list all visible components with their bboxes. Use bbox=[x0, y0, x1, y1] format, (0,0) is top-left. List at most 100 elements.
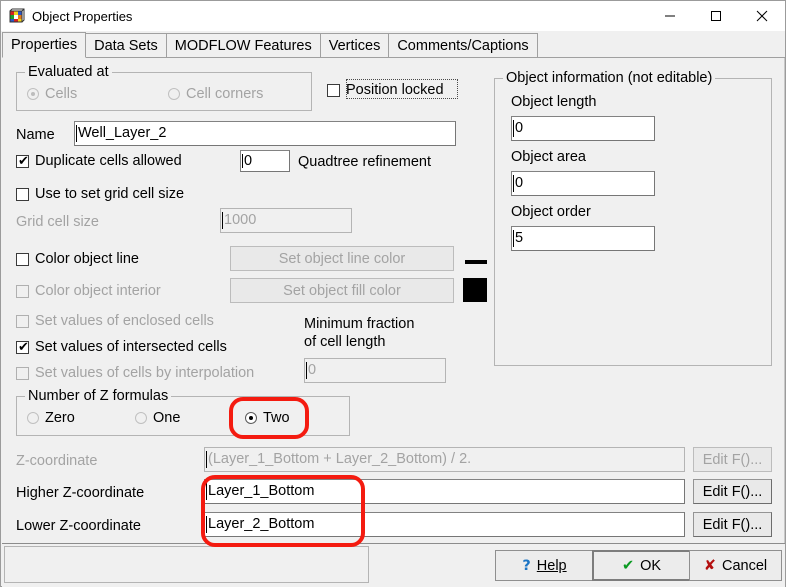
tab-modflow-features[interactable]: MODFLOW Features bbox=[165, 33, 321, 58]
question-icon: ? bbox=[522, 557, 531, 574]
set-object-line-color-button: Set object line color bbox=[230, 246, 454, 271]
object-order-value: 5 bbox=[511, 226, 655, 251]
checkbox-indicator bbox=[16, 366, 29, 380]
grid-cell-size-input: 1000 bbox=[220, 208, 352, 233]
object-properties-dialog: Object Properties Properties Data Sets M… bbox=[0, 0, 786, 587]
higher-z-coordinate-label: Higher Z-coordinate bbox=[16, 485, 145, 501]
check-icon: ✔ bbox=[18, 339, 29, 355]
tab-label: Properties bbox=[11, 37, 78, 53]
object-length-value: 0 bbox=[511, 116, 655, 141]
radio-two[interactable]: Two bbox=[245, 410, 290, 426]
object-information-title: Object information (not editable) bbox=[503, 71, 716, 86]
window-title: Object Properties bbox=[32, 8, 133, 24]
radio-label: Two bbox=[263, 410, 290, 426]
title-bar: Object Properties bbox=[1, 1, 785, 31]
tab-label: Data Sets bbox=[94, 38, 158, 54]
ok-button[interactable]: ✔ OK bbox=[592, 550, 691, 581]
higher-z-edit-formula-button[interactable]: Edit F()... bbox=[693, 479, 772, 504]
quadtree-refinement-label: Quadtree refinement bbox=[298, 154, 431, 170]
checkbox-set-values-by-interpolation: Set values of cells by interpolation bbox=[16, 365, 254, 381]
radio-label: Cells bbox=[45, 86, 78, 102]
object-area-label: Object area bbox=[511, 149, 586, 165]
evaluated-at-title: Evaluated at bbox=[25, 65, 112, 80]
window-controls bbox=[647, 1, 785, 30]
tab-properties[interactable]: Properties bbox=[2, 32, 87, 58]
checkbox-label: Set values of enclosed cells bbox=[35, 313, 214, 329]
tab-vertices[interactable]: Vertices bbox=[319, 33, 390, 58]
radio-one[interactable]: One bbox=[135, 410, 180, 426]
object-area-value: 0 bbox=[511, 171, 655, 196]
checkbox-duplicate-cells-allowed[interactable]: ✔ Duplicate cells allowed bbox=[16, 153, 182, 169]
help-button[interactable]: ? Help bbox=[495, 550, 594, 581]
check-icon: ✔ bbox=[621, 557, 635, 574]
tab-comments-captions[interactable]: Comments/Captions bbox=[388, 33, 538, 58]
number-of-z-formulas-title: Number of Z formulas bbox=[25, 389, 172, 404]
object-length-label: Object length bbox=[511, 94, 597, 110]
radio-label: Cell corners bbox=[186, 86, 264, 102]
quadtree-refinement-input[interactable]: 0 bbox=[240, 150, 290, 172]
z-coordinate-label: Z-coordinate bbox=[16, 453, 98, 469]
fill-color-swatch bbox=[463, 278, 487, 302]
checkbox-indicator bbox=[327, 83, 340, 97]
radio-indicator bbox=[245, 412, 257, 424]
help-button-label: Help bbox=[536, 557, 567, 574]
higher-z-coordinate-input[interactable]: Layer_1_Bottom bbox=[204, 479, 685, 504]
check-icon: ✔ bbox=[18, 153, 29, 169]
radio-cells[interactable]: Cells bbox=[27, 86, 77, 102]
tab-data-sets[interactable]: Data Sets bbox=[85, 33, 167, 58]
minimum-fraction-label-line1: Minimum fraction bbox=[304, 316, 415, 332]
minimize-button[interactable] bbox=[647, 1, 693, 30]
tab-label: MODFLOW Features bbox=[174, 38, 312, 54]
checkbox-label: Color object interior bbox=[35, 283, 161, 299]
tab-label: Vertices bbox=[328, 38, 381, 54]
tab-label: Comments/Captions bbox=[397, 38, 529, 54]
checkbox-label: Duplicate cells allowed bbox=[35, 153, 182, 169]
radio-zero[interactable]: Zero bbox=[27, 410, 75, 426]
radio-cell-corners[interactable]: Cell corners bbox=[168, 86, 263, 102]
evaluated-at-group: Evaluated at Cells Cell corners bbox=[16, 65, 312, 111]
line-color-swatch bbox=[465, 260, 487, 264]
minimum-fraction-input: 0 bbox=[304, 358, 446, 383]
radio-indicator bbox=[27, 88, 39, 100]
x-icon: ✘ bbox=[703, 557, 716, 574]
checkbox-indicator bbox=[16, 252, 29, 266]
lower-z-edit-formula-button[interactable]: Edit F()... bbox=[693, 512, 772, 537]
grid-cell-size-label: Grid cell size bbox=[16, 214, 99, 230]
minimum-fraction-label-line2: of cell length bbox=[304, 334, 386, 350]
object-information-group: Object information (not editable) Object… bbox=[494, 71, 772, 366]
checkbox-set-values-enclosed-cells: Set values of enclosed cells bbox=[16, 313, 214, 329]
name-label: Name bbox=[16, 127, 55, 143]
cube-icon bbox=[9, 8, 25, 24]
name-input[interactable]: Well_Layer_2 bbox=[74, 121, 456, 146]
checkbox-indicator: ✔ bbox=[16, 339, 29, 355]
maximize-button[interactable] bbox=[693, 1, 739, 30]
checkbox-color-object-interior: Color object interior bbox=[16, 283, 161, 299]
close-button[interactable] bbox=[739, 1, 785, 30]
tab-strip: Properties Data Sets MODFLOW Features Ve… bbox=[2, 32, 785, 58]
status-panel bbox=[4, 546, 369, 583]
radio-indicator bbox=[27, 412, 39, 424]
checkbox-set-values-intersected-cells[interactable]: ✔ Set values of intersected cells bbox=[16, 339, 227, 355]
checkbox-label: Set values of intersected cells bbox=[35, 339, 227, 355]
z-coordinate-edit-formula-button: Edit F()... bbox=[693, 447, 772, 472]
lower-z-coordinate-input[interactable]: Layer_2_Bottom bbox=[204, 512, 685, 537]
properties-page: Evaluated at Cells Cell corners Position… bbox=[2, 58, 785, 543]
ok-button-label: OK bbox=[640, 557, 662, 574]
checkbox-label: Color object line bbox=[35, 251, 139, 267]
checkbox-indicator bbox=[16, 187, 29, 201]
radio-label: One bbox=[153, 410, 181, 426]
checkbox-indicator bbox=[16, 284, 29, 298]
set-object-fill-color-button: Set object fill color bbox=[230, 278, 454, 303]
checkbox-color-object-line[interactable]: Color object line bbox=[16, 251, 139, 267]
number-of-z-formulas-group: Number of Z formulas Zero One Two bbox=[16, 389, 350, 436]
dialog-footer: ? Help ✔ OK ✘ Cancel bbox=[2, 543, 785, 587]
radio-label: Zero bbox=[45, 410, 75, 426]
lower-z-coordinate-label: Lower Z-coordinate bbox=[16, 518, 141, 534]
radio-indicator bbox=[135, 412, 147, 424]
radio-indicator bbox=[168, 88, 180, 100]
checkbox-use-to-set-grid-cell-size[interactable]: Use to set grid cell size bbox=[16, 186, 184, 202]
checkbox-label: Use to set grid cell size bbox=[35, 186, 185, 202]
object-order-label: Object order bbox=[511, 204, 591, 220]
cancel-button-label: Cancel bbox=[722, 557, 768, 574]
cancel-button[interactable]: ✘ Cancel bbox=[689, 550, 782, 581]
